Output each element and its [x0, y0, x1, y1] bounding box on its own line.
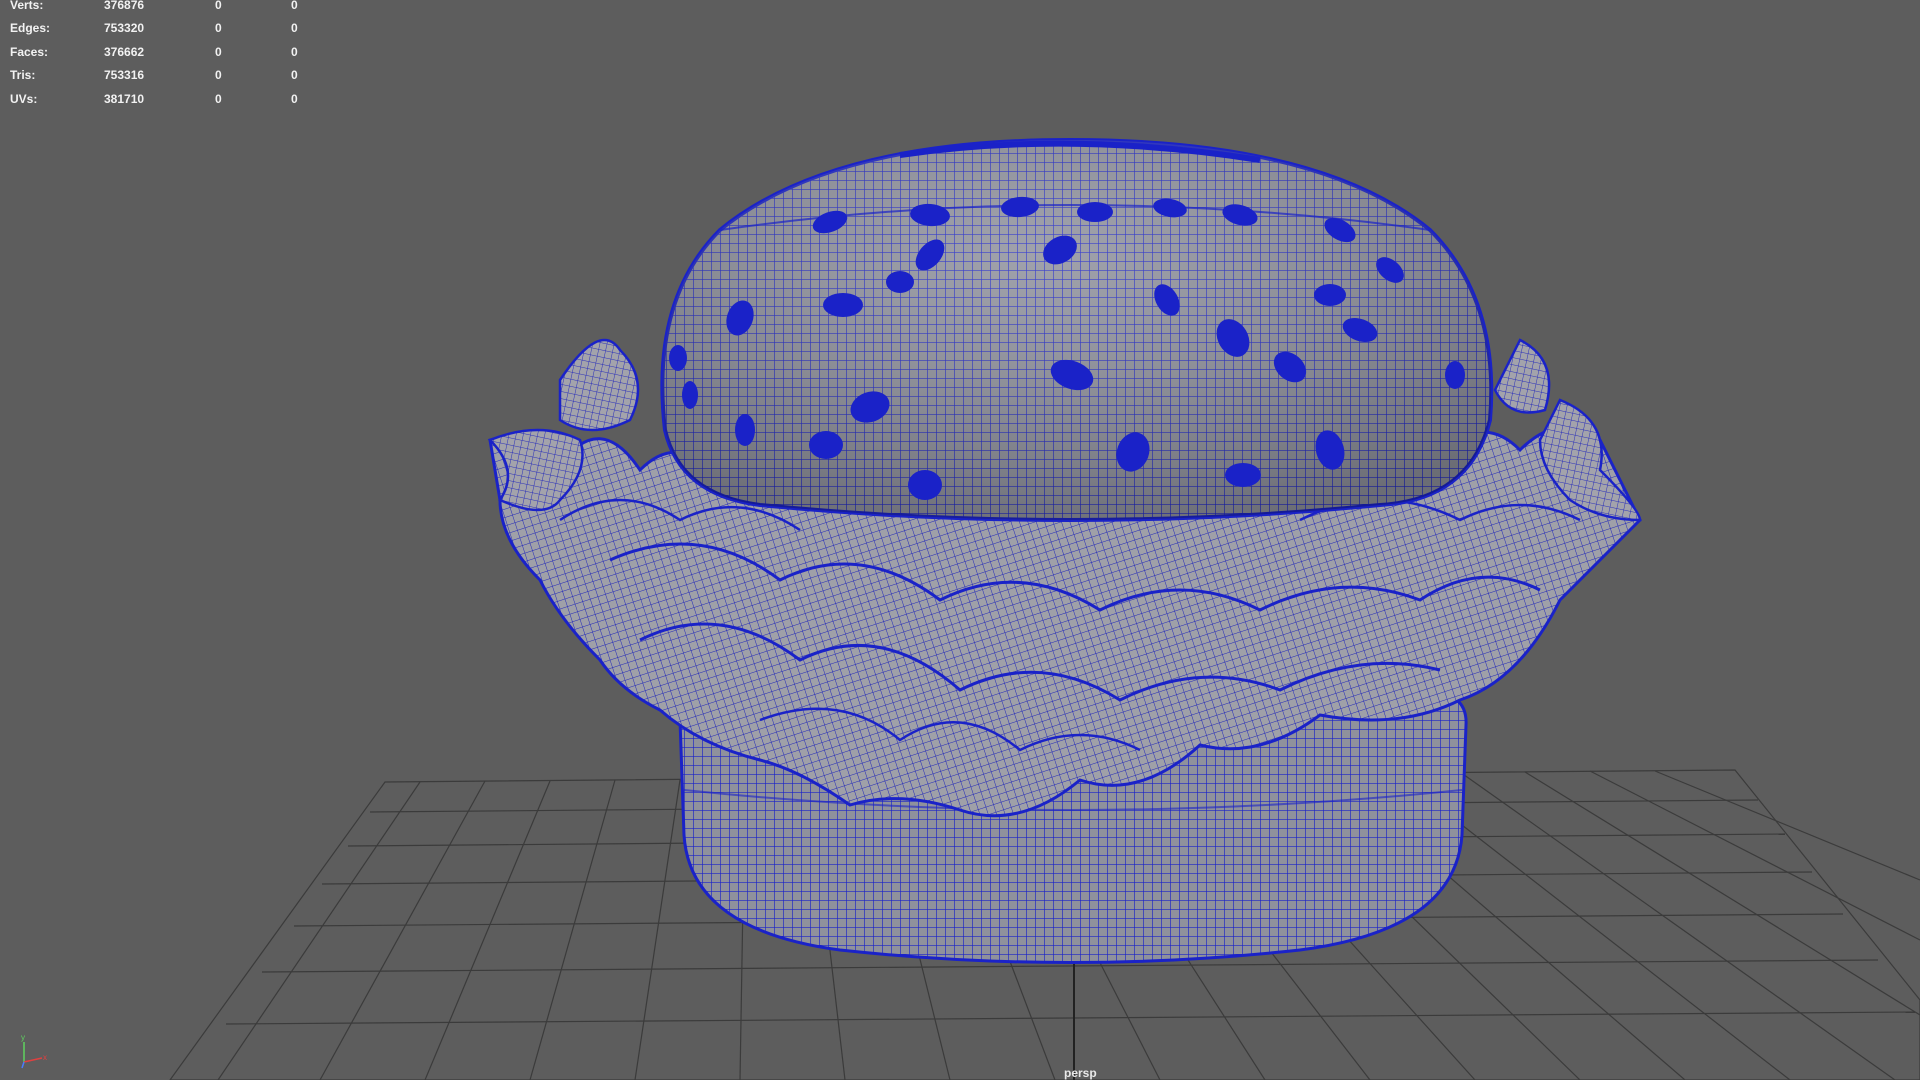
viewport-persp[interactable]: Verts: 376876 0 0 Edges: 753320 0 0 Face…: [0, 0, 1920, 1080]
camera-label: persp: [1064, 1066, 1097, 1080]
hud-selected: 0: [215, 44, 222, 59]
hud-label: Edges:: [10, 21, 51, 36]
hud-total: 753320: [104, 21, 145, 36]
hud-total: 376876: [104, 0, 145, 12]
hud-label: Verts:: [10, 0, 44, 12]
y-axis-label: y: [21, 1033, 25, 1042]
hud-label: Tris:: [10, 68, 36, 83]
top-bun-mesh: [660, 137, 1494, 522]
hud-selected: 0: [215, 0, 222, 12]
hud-total: 376662: [104, 44, 145, 59]
x-axis-label: x: [43, 1053, 47, 1062]
hud-total: 381710: [104, 91, 145, 106]
hud-selected: 0: [215, 68, 222, 83]
xyz-axis-icon: y x: [21, 1033, 47, 1069]
hud-selected: 0: [215, 91, 222, 106]
hud-component: 0: [291, 68, 298, 83]
hud-label: UVs:: [10, 91, 38, 106]
hud-component: 0: [291, 91, 298, 106]
hud-component: 0: [291, 0, 298, 12]
hud-component: 0: [291, 21, 298, 36]
viewport-scene[interactable]: [0, 0, 1920, 1080]
hud-component: 0: [291, 44, 298, 59]
x-axis-line: [23, 1057, 43, 1063]
hud-label: Faces:: [10, 44, 49, 59]
hud-selected: 0: [215, 21, 222, 36]
z-axis-line: [21, 1061, 25, 1069]
hud-total: 753316: [104, 68, 145, 83]
